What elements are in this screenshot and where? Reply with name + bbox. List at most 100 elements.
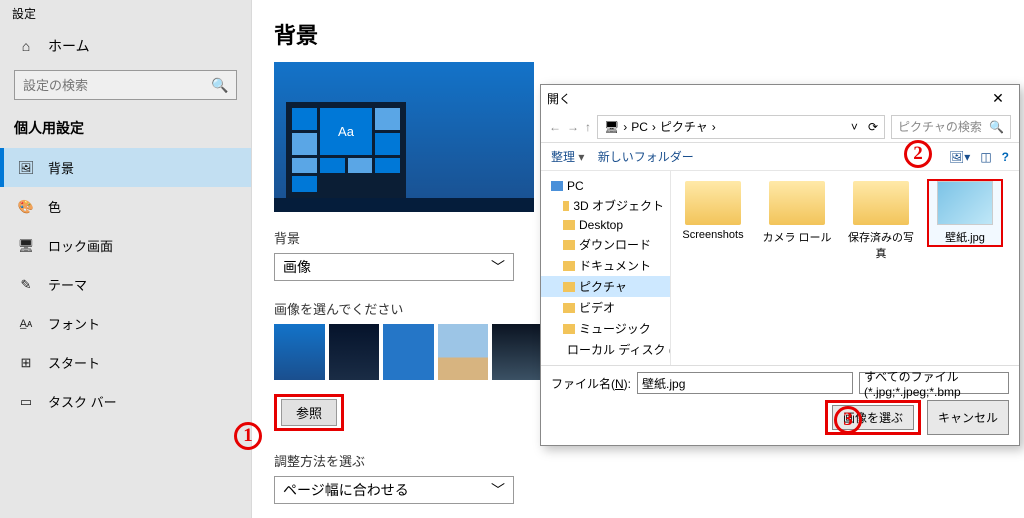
dialog-navbar: ← → ↑ 🖥 › PC › ピクチャ › ˅ ⟳ ピクチャの検索 🔍 bbox=[541, 111, 1019, 143]
wallpaper-thumb[interactable] bbox=[329, 324, 380, 380]
folder-search[interactable]: ピクチャの検索 🔍 bbox=[891, 115, 1011, 139]
folder-icon bbox=[563, 220, 575, 230]
lock-icon: 🖥 bbox=[18, 238, 34, 254]
file-pane[interactable]: Screenshots カメラ ロール 保存済みの写真 壁紙.jpg bbox=[671, 171, 1019, 365]
file-item-folder[interactable]: カメラ ロール bbox=[761, 181, 833, 245]
nav-lockscreen[interactable]: 🖥 ロック画面 bbox=[0, 226, 251, 265]
settings-search-input[interactable] bbox=[23, 78, 203, 93]
tree-item[interactable]: Desktop bbox=[541, 216, 670, 234]
annotation-browse-highlight: 参照 bbox=[274, 394, 344, 431]
wallpaper-thumb[interactable] bbox=[383, 324, 434, 380]
window-title: 設定 bbox=[0, 0, 251, 28]
file-item-folder[interactable]: Screenshots bbox=[677, 181, 749, 241]
palette-icon: 🎨 bbox=[18, 199, 34, 215]
desktop-preview: Aa bbox=[274, 62, 534, 212]
breadcrumb-pc[interactable]: PC bbox=[631, 120, 648, 134]
start-icon: ⊞ bbox=[18, 355, 34, 371]
wallpaper-thumb[interactable] bbox=[438, 324, 489, 380]
search-icon: 🔍 bbox=[989, 120, 1004, 134]
file-open-dialog: 開く ✕ ← → ↑ 🖥 › PC › ピクチャ › ˅ ⟳ ピクチャの検索 🔍… bbox=[540, 84, 1020, 446]
taskbar-icon: ▭ bbox=[18, 394, 34, 410]
folder-search-placeholder: ピクチャの検索 bbox=[898, 118, 982, 135]
pc-icon bbox=[551, 181, 563, 191]
nav-label: ロック画面 bbox=[48, 236, 113, 255]
fit-value: ページ幅に合わせる bbox=[283, 480, 409, 500]
nav-background[interactable]: 🖼 背景 bbox=[0, 148, 251, 187]
bg-label: 背景 bbox=[274, 228, 543, 247]
nav-themes[interactable]: ✎ テーマ bbox=[0, 265, 251, 304]
nav-fonts[interactable]: A̲ᴀ フォント bbox=[0, 304, 251, 343]
settings-window: 設定 ⌂ ホーム 🔍 個人用設定 🖼 背景 🎨 色 🖥 ロック画面 ✎ テーマ … bbox=[0, 0, 565, 518]
cancel-button[interactable]: キャンセル bbox=[927, 400, 1009, 435]
bg-select[interactable]: 画像 ﹀ bbox=[274, 253, 514, 281]
nav-back-icon[interactable]: ← bbox=[549, 120, 561, 134]
content-heading: 背景 bbox=[274, 18, 543, 50]
wallpaper-thumb[interactable] bbox=[274, 324, 325, 380]
chevron-down-icon: ﹀ bbox=[491, 257, 505, 277]
nav-start[interactable]: ⊞ スタート bbox=[0, 343, 251, 382]
bg-value: 画像 bbox=[283, 257, 311, 277]
tree-item-pictures[interactable]: ピクチャ bbox=[541, 276, 670, 297]
folder-icon bbox=[563, 282, 575, 292]
nav-label: 背景 bbox=[48, 158, 74, 177]
new-folder-button[interactable]: 新しいフォルダー bbox=[598, 150, 694, 164]
help-icon[interactable]: ? bbox=[1002, 150, 1009, 164]
nav-up-icon[interactable]: ↑ bbox=[585, 120, 591, 134]
browse-button[interactable]: 参照 bbox=[281, 399, 337, 426]
wallpaper-thumb[interactable] bbox=[492, 324, 543, 380]
theme-icon: ✎ bbox=[18, 277, 34, 293]
folder-icon bbox=[563, 240, 575, 250]
breadcrumb-folder[interactable]: ピクチャ bbox=[660, 118, 708, 135]
tree-item[interactable]: ローカル ディスク (C:) bbox=[541, 339, 670, 360]
folder-icon bbox=[853, 181, 909, 225]
dialog-titlebar: 開く ✕ bbox=[541, 85, 1019, 111]
chevron-down-icon: ﹀ bbox=[491, 480, 505, 500]
tree-item[interactable]: 3D オブジェクト bbox=[541, 195, 670, 216]
refresh-icon[interactable]: ⟳ bbox=[868, 120, 878, 134]
file-item-folder[interactable]: 保存済みの写真 bbox=[845, 181, 917, 261]
folder-icon bbox=[563, 303, 575, 313]
category-title: 個人用設定 bbox=[0, 114, 251, 148]
annotation-circle-2: 2 bbox=[904, 140, 932, 168]
nav-taskbar[interactable]: ▭ タスク バー bbox=[0, 382, 251, 421]
folder-icon bbox=[563, 261, 575, 271]
wallpaper-thumbs bbox=[274, 324, 543, 380]
image-thumb bbox=[937, 181, 993, 225]
annotation-circle-3: 3 bbox=[834, 406, 862, 434]
font-icon: A̲ᴀ bbox=[18, 318, 34, 330]
choose-label: 画像を選んでください bbox=[274, 299, 543, 318]
home-icon: ⌂ bbox=[18, 38, 34, 54]
view-icon[interactable]: 🖼▾ bbox=[949, 150, 970, 164]
dialog-footer: ファイル名(N): すべてのファイル (*.jpg;*.jpeg;*.bmp 画… bbox=[541, 365, 1019, 445]
picture-icon: 🖼 bbox=[18, 160, 34, 176]
filetype-select[interactable]: すべてのファイル (*.jpg;*.jpeg;*.bmp bbox=[859, 372, 1009, 394]
tree-item[interactable]: ビデオ bbox=[541, 297, 670, 318]
filename-input[interactable] bbox=[637, 372, 853, 394]
tree-pc[interactable]: PC bbox=[541, 177, 670, 195]
settings-sidebar: 設定 ⌂ ホーム 🔍 個人用設定 🖼 背景 🎨 色 🖥 ロック画面 ✎ テーマ … bbox=[0, 0, 252, 518]
folder-icon bbox=[769, 181, 825, 225]
nav-label: タスク バー bbox=[48, 392, 117, 411]
folder-icon bbox=[685, 181, 741, 225]
fit-select[interactable]: ページ幅に合わせる ﹀ bbox=[274, 476, 514, 504]
settings-search[interactable]: 🔍 bbox=[14, 70, 237, 100]
dialog-title: 開く bbox=[547, 90, 571, 107]
close-button[interactable]: ✕ bbox=[983, 90, 1013, 107]
home-button[interactable]: ⌂ ホーム bbox=[0, 28, 251, 64]
chevron-down-icon[interactable]: ˅ bbox=[851, 120, 858, 134]
organize-button[interactable]: 整理 bbox=[551, 150, 575, 164]
folder-tree[interactable]: PC 3D オブジェクト Desktop ダウンロード ドキュメント ピクチャ … bbox=[541, 171, 671, 365]
tree-item[interactable]: ダウンロード bbox=[541, 234, 670, 255]
tree-item[interactable]: ドキュメント bbox=[541, 255, 670, 276]
tree-item[interactable]: ミュージック bbox=[541, 318, 670, 339]
file-item-wallpaper[interactable]: 壁紙.jpg bbox=[929, 181, 1001, 245]
pc-icon: 🖥 bbox=[604, 120, 619, 134]
search-icon: 🔍 bbox=[212, 77, 228, 94]
breadcrumb[interactable]: 🖥 › PC › ピクチャ › ˅ ⟳ bbox=[597, 115, 885, 139]
nav-fwd-icon[interactable]: → bbox=[567, 120, 579, 134]
nav-colors[interactable]: 🎨 色 bbox=[0, 187, 251, 226]
settings-content: 背景 Aa 背景 画像 ﹀ 画像を選んでください bbox=[252, 0, 565, 518]
nav-label: スタート bbox=[48, 353, 100, 372]
preview-pane-icon[interactable]: ◫ bbox=[980, 150, 991, 164]
folder-icon bbox=[563, 201, 569, 211]
